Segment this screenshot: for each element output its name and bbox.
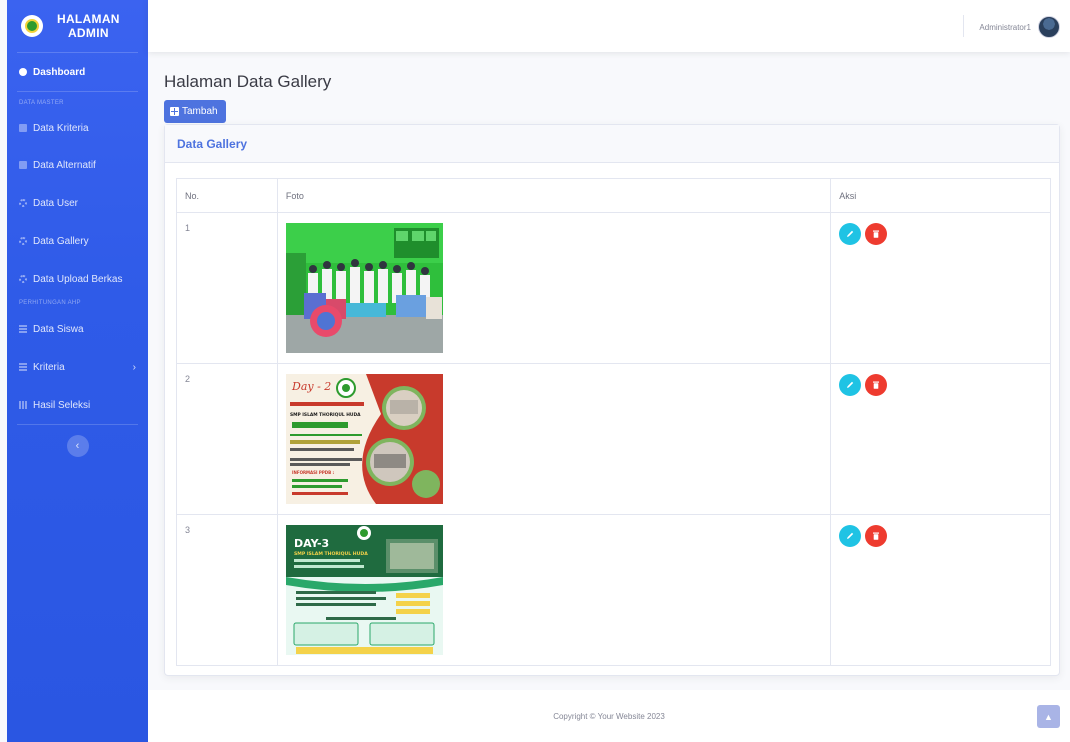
- table-icon: [19, 325, 27, 333]
- sidebar-item-data-kriteria[interactable]: Data Kriteria: [7, 110, 148, 146]
- sidebar-toggle-button[interactable]: ‹: [66, 435, 89, 457]
- sidebar-item-kriteria[interactable]: Kriteria ›: [7, 348, 148, 386]
- chart-icon: [19, 401, 27, 409]
- delete-button[interactable]: [865, 374, 888, 396]
- sidebar-item-hasil-seleksi[interactable]: Hasil Seleksi: [7, 386, 148, 424]
- sidebar-item-data-alternatif[interactable]: Data Alternatif: [7, 146, 148, 184]
- edit-button[interactable]: [839, 223, 862, 245]
- gallery-photo[interactable]: [285, 223, 443, 353]
- school-logo-icon: [21, 15, 43, 37]
- topbar: Administrator1: [148, 0, 1070, 52]
- row-number: 3: [176, 514, 278, 666]
- gallery-table: No. Foto Aksi 1 2 Day - 2 SMP ISLAM THOR…: [176, 178, 1051, 666]
- edit-button[interactable]: [839, 525, 862, 547]
- sidebar-item-label: Kriteria: [33, 361, 65, 373]
- poster-info-text: INFORMASI PPDB :: [292, 470, 335, 475]
- cog-icon: [19, 199, 27, 207]
- poster-day-text: Day - 2: [291, 380, 331, 393]
- row-number: 2: [176, 363, 278, 515]
- sidebar-divider: [17, 424, 138, 425]
- row-number: 1: [176, 212, 278, 364]
- poster-school-name: SMP ISLAM THORIQUL HUDA: [294, 551, 368, 557]
- sidebar-item-label: Data User: [33, 197, 79, 209]
- row-actions: [839, 525, 1042, 547]
- chevron-right-icon: ›: [132, 361, 136, 373]
- gallery-photo[interactable]: Day - 2 SMP ISLAM THORIQUL HUDA INFORMAS…: [285, 374, 443, 504]
- gallery-photo[interactable]: DAY-3 SMP ISLAM THORIQUL HUDA: [285, 525, 443, 655]
- page-title: Halaman Data Gallery: [164, 72, 332, 91]
- sidebar: HALAMAN ADMIN Dashboard DATA MASTER Data…: [7, 0, 148, 742]
- avatar[interactable]: [1038, 16, 1060, 38]
- table-row: 3 DAY-3 SMP ISLAM THORIQUL HUDA: [176, 514, 1051, 666]
- column-header-foto[interactable]: Foto: [276, 178, 832, 213]
- sidebar-brand[interactable]: HALAMAN ADMIN: [7, 0, 148, 52]
- topbar-divider: [963, 15, 964, 37]
- plus-square-icon: [170, 107, 179, 116]
- table-row: 2 Day - 2 SMP ISLAM THORIQUL HUDA INFORM…: [176, 363, 1051, 515]
- sidebar-item-label: Data Siswa: [33, 323, 84, 335]
- sidebar-heading-master: DATA MASTER: [19, 100, 64, 106]
- brand-line-1: HALAMAN: [57, 12, 120, 26]
- delete-button[interactable]: [865, 223, 888, 245]
- pencil-icon: [847, 381, 854, 388]
- sidebar-item-label: Data Gallery: [33, 235, 89, 247]
- sidebar-item-data-upload-berkas[interactable]: Data Upload Berkas: [7, 260, 148, 298]
- photo-cell: DAY-3 SMP ISLAM THORIQUL HUDA: [276, 514, 832, 666]
- sidebar-item-label: Hasil Seleksi: [33, 399, 91, 411]
- edit-button[interactable]: [839, 374, 862, 396]
- copyright-text: Copyright © Your Website 2023: [553, 711, 665, 721]
- poster-day-text: DAY-3: [294, 537, 329, 550]
- scroll-to-top-button[interactable]: ▲: [1037, 705, 1060, 728]
- sidebar-item-label: Data Kriteria: [33, 122, 89, 134]
- card-title: Data Gallery: [165, 125, 1059, 163]
- gallery-card: Data Gallery No. Foto Aksi 1 2 Day - 2 S…: [164, 124, 1060, 676]
- sidebar-item-data-user[interactable]: Data User: [7, 184, 148, 222]
- sidebar-item-label: Dashboard: [33, 66, 86, 78]
- sidebar-item-dashboard[interactable]: Dashboard: [7, 53, 148, 91]
- add-button-label: Tambah: [182, 106, 218, 117]
- row-actions: [839, 374, 1042, 396]
- trash-icon: [873, 230, 880, 238]
- actions-cell: [830, 514, 1051, 666]
- sidebar-item-label: Data Upload Berkas: [33, 273, 123, 285]
- add-button[interactable]: Tambah: [164, 100, 226, 123]
- footer: Copyright © Your Website 2023: [148, 690, 1070, 742]
- pencil-icon: [847, 230, 854, 237]
- actions-cell: [830, 212, 1051, 364]
- tachometer-icon: [19, 68, 27, 76]
- sidebar-item-data-siswa[interactable]: Data Siswa: [7, 310, 148, 348]
- folder-icon: [19, 161, 27, 169]
- user-name[interactable]: Administrator1: [979, 23, 1031, 32]
- cog-icon: [19, 237, 27, 245]
- cog-icon: [19, 275, 27, 283]
- trash-icon: [873, 381, 880, 389]
- column-header-no[interactable]: No.: [176, 178, 278, 213]
- folder-icon: [19, 124, 27, 132]
- sidebar-item-label: Data Alternatif: [33, 159, 96, 171]
- photo-cell: [276, 212, 832, 364]
- brand-line-2: ADMIN: [67, 26, 109, 40]
- pencil-icon: [847, 532, 854, 539]
- delete-button[interactable]: [865, 525, 888, 547]
- sidebar-item-data-gallery[interactable]: Data Gallery: [7, 222, 148, 260]
- column-header-aksi[interactable]: Aksi: [830, 178, 1051, 213]
- actions-cell: [830, 363, 1051, 515]
- photo-cell: Day - 2 SMP ISLAM THORIQUL HUDA INFORMAS…: [276, 363, 832, 515]
- sidebar-heading-ahp: PERHITUNGAN AHP: [19, 300, 81, 306]
- poster-school-name: SMP ISLAM THORIQUL HUDA: [290, 412, 361, 418]
- row-actions: [839, 223, 1042, 245]
- table-header-row: No. Foto Aksi: [176, 178, 1051, 213]
- brand-title: HALAMAN ADMIN: [57, 12, 120, 40]
- table-icon: [19, 363, 27, 371]
- chevron-up-icon: ▲: [1044, 711, 1053, 722]
- table-row: 1: [176, 212, 1051, 364]
- chevron-left-icon: ‹: [75, 440, 80, 452]
- trash-icon: [873, 532, 880, 540]
